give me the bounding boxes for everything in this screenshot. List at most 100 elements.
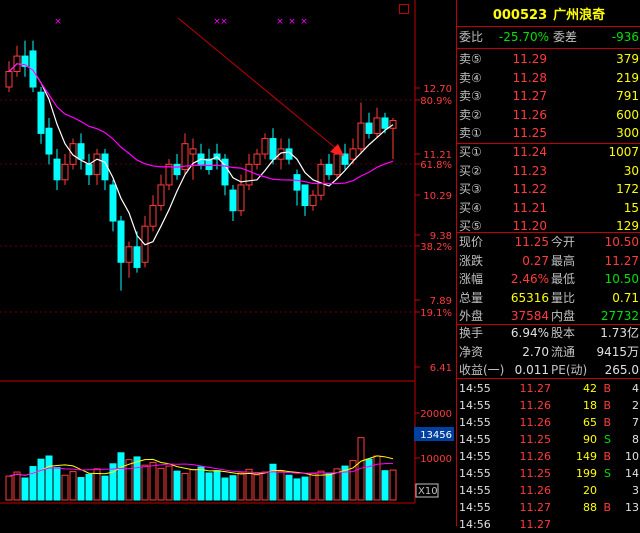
volume-bar	[61, 474, 69, 501]
candle-body	[277, 148, 285, 160]
quote-label2: 量比	[551, 290, 576, 305]
quote-row: 现价 11.25 今开 10.50	[457, 233, 640, 251]
volume-bar	[301, 476, 309, 501]
candle-body	[245, 163, 253, 186]
candle-body	[309, 194, 317, 207]
volume-bar	[45, 455, 53, 501]
volume-tick-label: 20000	[420, 409, 452, 420]
volume-bar	[221, 477, 229, 501]
sell-order-row[interactable]: 卖④ 11.28 219	[457, 69, 640, 87]
sell-label: 卖③	[459, 89, 482, 104]
quote-value: 2.46%	[510, 272, 549, 286]
volume-bar	[141, 464, 149, 501]
candle-body	[117, 220, 125, 263]
quote-label: 总量	[459, 290, 484, 305]
volume-bar	[205, 472, 213, 501]
stat-row-weibi: 委比 -25.70% 委差 -936	[457, 28, 640, 46]
quote-value: 11.25	[514, 235, 549, 249]
sell-price: 11.26	[512, 107, 547, 122]
candle-body	[53, 158, 61, 181]
trade-volume: 149	[576, 450, 597, 463]
buy-order-row[interactable]: 买① 11.24 1007	[457, 143, 640, 161]
buy-price: 11.24	[512, 145, 547, 159]
divider	[457, 26, 640, 27]
trade-price: 11.25	[519, 433, 552, 446]
buy-label: 买③	[459, 182, 482, 197]
sell-label: 卖②	[459, 107, 482, 122]
trade-count: 2	[632, 399, 639, 412]
trade-price: 11.26	[519, 399, 552, 412]
buy-volume: 1007	[608, 145, 639, 159]
buy-order-row[interactable]: 买③ 11.22 172	[457, 180, 640, 198]
stat-row: 换手 6.94% 股本 1.73亿	[457, 324, 640, 342]
quote-value: 0.27	[522, 253, 549, 268]
trade-volume: 42	[583, 382, 597, 395]
volume-bar	[157, 467, 165, 501]
price-tick-label: 38.2%	[420, 242, 452, 253]
candle-body	[269, 138, 277, 160]
trade-time: 14:55	[459, 416, 491, 429]
candle-body	[45, 127, 53, 155]
trade-time: 14:55	[459, 501, 491, 514]
sell-order-row[interactable]: 卖② 11.26 600	[457, 106, 640, 124]
stat-label: 换手	[459, 326, 484, 340]
trade-time: 14:55	[459, 382, 491, 395]
trade-count: 3	[632, 484, 639, 497]
signal-marker-icon: ×	[276, 17, 284, 27]
kline-chart-area[interactable]: 12.70 80.9% 11.21 61.8% 10.29 9.38 38.2% 7.89 19…	[0, 0, 455, 526]
sell-order-row[interactable]: 卖③ 11.27 791	[457, 87, 640, 105]
stock-title: 000523 广州浪奇	[457, 4, 640, 23]
volume-tick-label: 10000	[420, 454, 452, 465]
candle-body	[365, 122, 373, 134]
quote-value2: 10.50	[604, 235, 639, 249]
volume-bar	[261, 471, 269, 501]
volume-bar	[85, 473, 93, 501]
volume-bar	[253, 474, 261, 501]
volume-bar	[133, 456, 141, 501]
sell-order-row[interactable]: 卖⑤ 11.29 379	[457, 50, 640, 68]
buy-order-row[interactable]: 买② 11.23 30	[457, 162, 640, 180]
sell-volume: 300	[616, 126, 639, 141]
volume-bar	[213, 470, 221, 501]
buy-order-row[interactable]: 买④ 11.21 15	[457, 199, 640, 217]
stock-name: 广州浪奇	[553, 8, 606, 23]
volume-bar	[325, 472, 333, 501]
sell-label: 卖④	[459, 70, 482, 85]
buy-label: 买②	[459, 163, 482, 178]
trend-arrow-line	[177, 17, 339, 151]
quote-row: 涨幅 2.46% 最低 10.50	[457, 270, 640, 288]
stock-code: 000523	[492, 8, 548, 23]
volume-bar	[365, 458, 373, 501]
volume-bar	[13, 471, 21, 501]
candle-body	[229, 189, 237, 212]
candle-body	[261, 138, 269, 155]
sell-price: 11.29	[512, 52, 547, 66]
sell-order-row[interactable]: 卖① 11.25 300	[457, 124, 640, 142]
candle-body	[253, 153, 261, 165]
volume-bar	[69, 471, 77, 501]
trade-count: 14	[625, 467, 639, 480]
trade-time: 14:55	[459, 484, 491, 497]
value-weicha: -936	[611, 30, 639, 44]
trade-volume: 20	[583, 484, 597, 497]
trade-side: B	[603, 416, 611, 429]
volume-bar	[381, 470, 389, 501]
candle-body	[149, 205, 157, 227]
quote-value: 65316	[510, 290, 549, 305]
candle-body	[109, 184, 117, 222]
close-icon[interactable]	[399, 4, 409, 14]
candle-body	[157, 184, 165, 207]
trade-side: B	[603, 399, 611, 412]
quote-row: 外盘 37584 内盘 27732	[457, 307, 640, 325]
signal-marker-icon: ×	[300, 17, 308, 27]
kline-chart: 12.7080.9%11.2161.8%10.299.3838.2%7.8919…	[0, 0, 454, 504]
stat-value: 6.94%	[510, 326, 549, 340]
volume-bar	[77, 477, 85, 501]
volume-bar	[165, 465, 173, 501]
volume-cursor-label: 13456	[420, 430, 452, 441]
trade-side: S	[604, 433, 611, 446]
value-weibi: -25.70%	[498, 30, 549, 44]
candle-body	[93, 153, 101, 176]
stat-value2: 265.0	[604, 363, 639, 377]
signal-marker-icon: ×	[54, 17, 62, 27]
